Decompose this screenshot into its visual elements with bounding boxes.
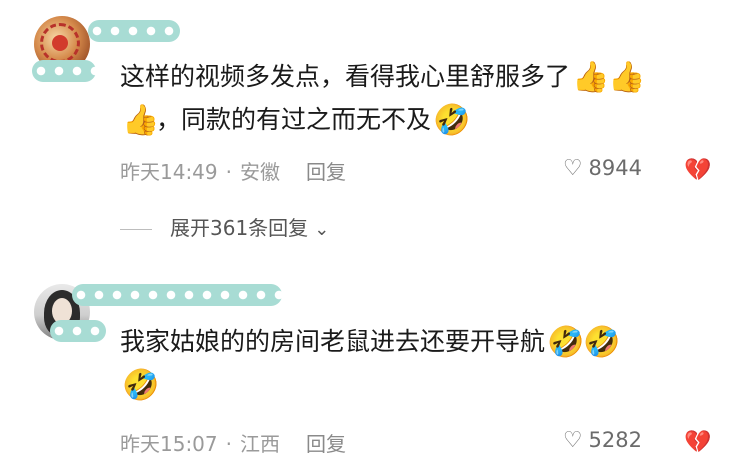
thumbs-up-emoji-icon: 👍	[572, 60, 610, 95]
expand-divider	[120, 229, 152, 230]
reply-button[interactable]: 回复	[306, 432, 346, 456]
comment-text: 这样的视频多发点，看得我心里舒服多了👍👍 👍，同款的有过之而无不及🤣	[120, 55, 646, 141]
username-redaction-mask	[88, 20, 180, 42]
like-count: 5282	[588, 428, 642, 452]
thumbs-up-emoji-icon: 👍	[122, 103, 160, 138]
laughing-emoji-icon: 🤣	[433, 103, 471, 138]
username-redaction-mask	[72, 284, 282, 306]
comment-meta: 昨天15:07 · 江西 回复	[120, 428, 346, 457]
laughing-emoji-icon: 🤣	[583, 325, 621, 360]
comment-line: 🤣	[120, 363, 617, 406]
comment-time: 昨天14:49	[120, 160, 218, 184]
comment-location: 江西	[240, 432, 280, 456]
like-button[interactable]: ♡ 5282	[563, 428, 642, 453]
reply-button[interactable]: 回复	[306, 160, 346, 184]
chevron-down-icon: ⌄	[314, 219, 330, 240]
laughing-emoji-icon: 🤣	[122, 368, 160, 403]
comment-line: 我家姑娘的的房间老鼠进去还要开导航🤣🤣	[120, 320, 621, 363]
heart-icon: ♡	[562, 156, 583, 181]
comment-item: 这样的视频多发点，看得我心里舒服多了👍👍 👍，同款的有过之而无不及🤣 昨天14:…	[0, 0, 750, 250]
dislike-icon[interactable]: 💔	[684, 430, 711, 456]
avatar-redaction-mask	[32, 60, 96, 82]
comment-item: 我家姑娘的的房间老鼠进去还要开导航🤣🤣 🤣 昨天15:07 · 江西 回复 ♡ 5282…	[0, 268, 750, 470]
comment-text: 我家姑娘的的房间老鼠进去还要开导航🤣🤣 🤣	[120, 320, 621, 406]
comment-meta: 昨天14:49 · 安徽 回复	[120, 156, 346, 185]
laughing-emoji-icon: 🤣	[547, 325, 585, 360]
meta-separator: ·	[225, 160, 232, 184]
comment-time: 昨天15:07	[120, 432, 218, 456]
comment-text-part: 我家姑娘的的房间老鼠进去还要开导航	[120, 327, 546, 356]
comment-text-part: 这样的视频多发点，看得我心里舒服多了	[120, 62, 571, 91]
dislike-icon[interactable]: 💔	[684, 158, 711, 184]
comment-line: 这样的视频多发点，看得我心里舒服多了👍👍	[120, 55, 646, 98]
heart-icon: ♡	[562, 428, 583, 453]
meta-separator: ·	[225, 432, 232, 456]
expand-replies-label: 展开361条回复	[170, 216, 309, 240]
like-count: 8944	[588, 156, 642, 180]
comment-text-part: ，同款的有过之而无不及	[156, 105, 432, 134]
like-button[interactable]: ♡ 8944	[563, 156, 642, 181]
comment-location: 安徽	[240, 160, 280, 184]
expand-replies-button[interactable]: 展开361条回复 ⌄	[120, 212, 329, 241]
thumbs-up-emoji-icon: 👍	[608, 60, 646, 95]
comment-line: 👍，同款的有过之而无不及🤣	[120, 98, 642, 141]
avatar-redaction-mask	[50, 320, 106, 342]
